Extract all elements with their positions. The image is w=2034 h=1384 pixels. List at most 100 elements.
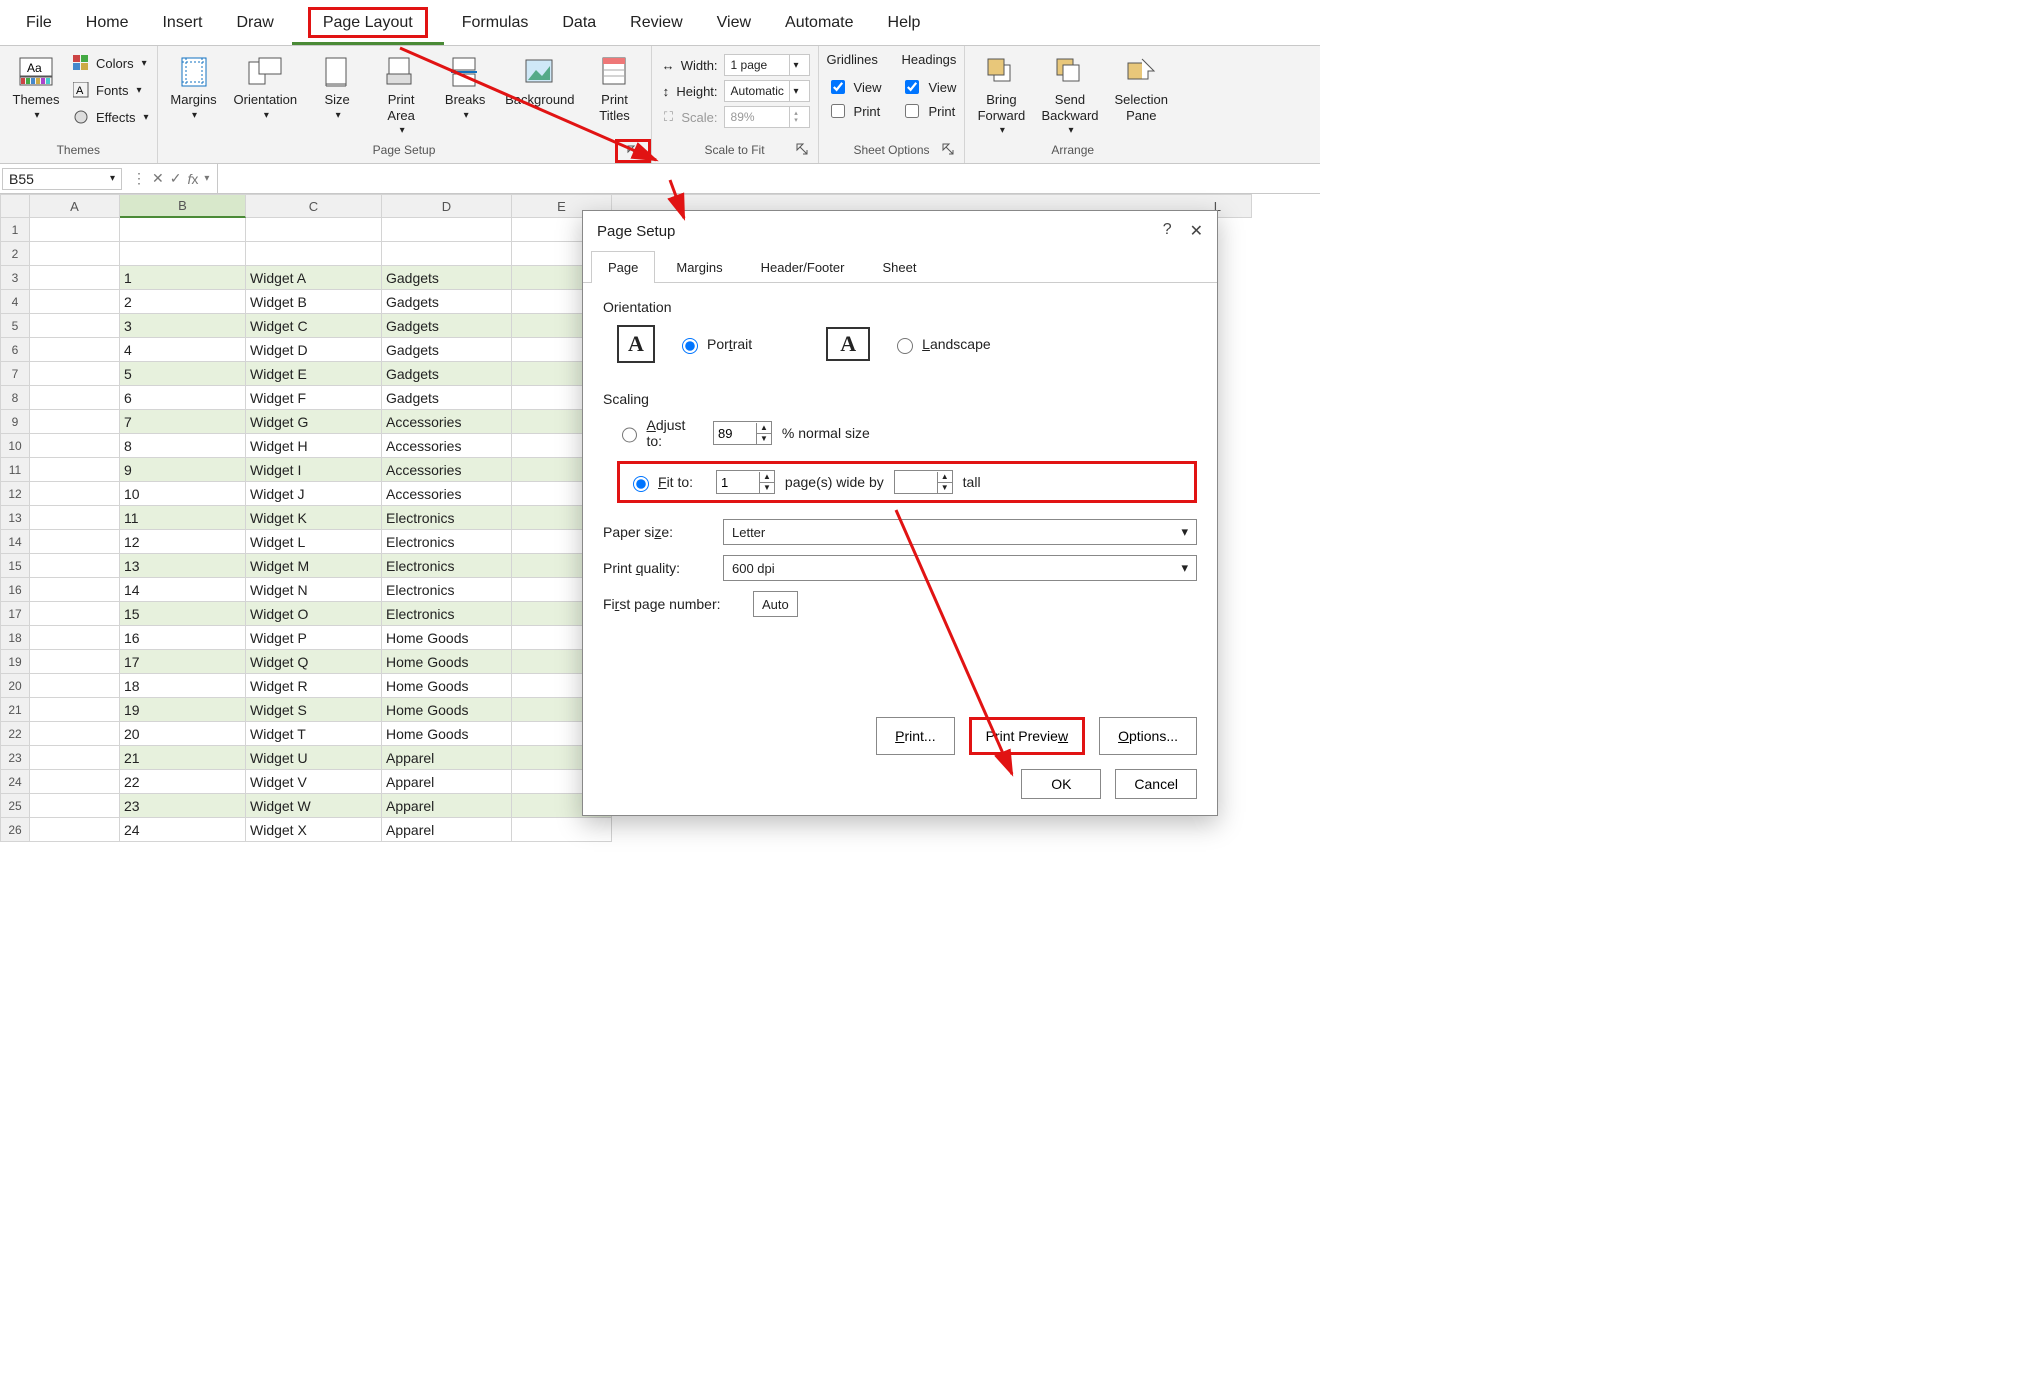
cell[interactable]: Home Goods xyxy=(382,650,512,674)
adjust-to-radio[interactable]: Adjust to: xyxy=(617,417,703,449)
breaks-button[interactable]: Breaks▾ xyxy=(437,52,493,124)
cell[interactable]: 11 xyxy=(120,506,246,530)
cell[interactable] xyxy=(30,362,120,386)
cell[interactable]: Home Goods xyxy=(382,722,512,746)
row-header[interactable]: 25 xyxy=(0,794,30,818)
formula-input[interactable] xyxy=(218,177,1320,181)
cell[interactable]: Widget E xyxy=(246,362,382,386)
width-field[interactable]: 1 page▾ xyxy=(724,54,810,76)
row-header[interactable]: 22 xyxy=(0,722,30,746)
bring-forward-button[interactable]: Bring Forward▾ xyxy=(973,52,1029,139)
cell[interactable]: Electronics xyxy=(382,578,512,602)
cell[interactable]: Gadgets xyxy=(382,338,512,362)
row-header[interactable]: 20 xyxy=(0,674,30,698)
cell[interactable] xyxy=(30,770,120,794)
effects-button[interactable]: Effects▾ xyxy=(72,108,149,126)
table-header-cell[interactable]: Category xyxy=(382,242,512,266)
row-header[interactable]: 2 xyxy=(0,242,30,266)
cell[interactable]: Widget U xyxy=(246,746,382,770)
col-header-B[interactable]: B xyxy=(120,194,246,218)
table-header-cell[interactable] xyxy=(30,242,120,266)
cell[interactable] xyxy=(30,530,120,554)
cell[interactable]: Gadgets xyxy=(382,362,512,386)
cell[interactable]: Home Goods xyxy=(382,626,512,650)
cell[interactable]: 14 xyxy=(120,578,246,602)
adjust-to-spinner[interactable]: ▲▼ xyxy=(713,421,772,445)
enter-icon[interactable]: ✓ xyxy=(170,170,182,187)
help-icon[interactable]: ? xyxy=(1163,221,1172,241)
tab-file[interactable]: File xyxy=(10,4,68,45)
cell[interactable]: Gadgets xyxy=(382,386,512,410)
row-header[interactable]: 13 xyxy=(0,506,30,530)
row-header[interactable]: 18 xyxy=(0,626,30,650)
row-header[interactable]: 26 xyxy=(0,818,30,842)
cell[interactable]: 7 xyxy=(120,410,246,434)
cell[interactable]: Widget P xyxy=(246,626,382,650)
height-field[interactable]: Automatic▾ xyxy=(724,80,810,102)
themes-button[interactable]: Aa Themes ▾ xyxy=(8,52,64,124)
cell[interactable]: 6 xyxy=(120,386,246,410)
cell[interactable]: 10 xyxy=(120,482,246,506)
cell[interactable]: Widget V xyxy=(246,770,382,794)
cell[interactable]: Gadgets xyxy=(382,290,512,314)
cell[interactable]: 12 xyxy=(120,530,246,554)
cell[interactable] xyxy=(30,722,120,746)
cell[interactable]: Widget L xyxy=(246,530,382,554)
cell[interactable] xyxy=(30,458,120,482)
cell[interactable]: Widget H xyxy=(246,434,382,458)
cell[interactable] xyxy=(512,818,612,842)
cell[interactable]: 22 xyxy=(120,770,246,794)
tab-review[interactable]: Review xyxy=(614,4,698,45)
cell[interactable]: Apparel xyxy=(382,794,512,818)
cancel-button[interactable]: Cancel xyxy=(1115,769,1197,799)
cell[interactable]: 13 xyxy=(120,554,246,578)
cell[interactable]: Electronics xyxy=(382,602,512,626)
cell[interactable] xyxy=(30,434,120,458)
cell[interactable]: 9 xyxy=(120,458,246,482)
cell[interactable] xyxy=(30,698,120,722)
paper-size-select[interactable]: Letter▾ xyxy=(723,519,1197,545)
row-header[interactable]: 6 xyxy=(0,338,30,362)
headings-view-checkbox[interactable]: View xyxy=(901,77,956,97)
cell[interactable]: Accessories xyxy=(382,482,512,506)
cell[interactable] xyxy=(30,218,120,242)
cell[interactable]: 21 xyxy=(120,746,246,770)
cell[interactable]: 8 xyxy=(120,434,246,458)
tab-formulas[interactable]: Formulas xyxy=(446,4,545,45)
cell[interactable]: Widget O xyxy=(246,602,382,626)
row-header[interactable]: 5 xyxy=(0,314,30,338)
cell[interactable]: Apparel xyxy=(382,770,512,794)
cell[interactable]: Widget B xyxy=(246,290,382,314)
cell[interactable] xyxy=(30,386,120,410)
options-button[interactable]: Options... xyxy=(1099,717,1197,755)
chevron-down-icon[interactable]: ▾ xyxy=(204,173,209,184)
cell[interactable]: Home Goods xyxy=(382,674,512,698)
background-button[interactable]: Background xyxy=(501,52,578,110)
cell[interactable]: 4 xyxy=(120,338,246,362)
cell[interactable]: 17 xyxy=(120,650,246,674)
gridlines-view-checkbox[interactable]: View xyxy=(827,77,882,97)
selection-pane-button[interactable]: Selection Pane xyxy=(1111,52,1172,125)
cell[interactable]: Apparel xyxy=(382,818,512,842)
cell[interactable]: Electronics xyxy=(382,506,512,530)
dialog-tab-header-footer[interactable]: Header/Footer xyxy=(744,251,862,283)
cell[interactable]: Widget F xyxy=(246,386,382,410)
cell[interactable]: Widget Q xyxy=(246,650,382,674)
cell[interactable]: Widget A xyxy=(246,266,382,290)
row-header[interactable]: 10 xyxy=(0,434,30,458)
print-area-button[interactable]: Print Area▾ xyxy=(373,52,429,139)
col-header-D[interactable]: D xyxy=(382,194,512,218)
row-header[interactable]: 3 xyxy=(0,266,30,290)
cell[interactable] xyxy=(30,482,120,506)
cell[interactable] xyxy=(30,650,120,674)
cell[interactable]: Accessories xyxy=(382,458,512,482)
cell[interactable]: Home Goods xyxy=(382,698,512,722)
cell[interactable]: 20 xyxy=(120,722,246,746)
row-header[interactable]: 21 xyxy=(0,698,30,722)
cell[interactable]: Accessories xyxy=(382,434,512,458)
cell[interactable] xyxy=(30,338,120,362)
send-backward-button[interactable]: Send Backward▾ xyxy=(1037,52,1102,139)
cell[interactable]: Accessories xyxy=(382,410,512,434)
row-header[interactable]: 11 xyxy=(0,458,30,482)
row-header[interactable]: 24 xyxy=(0,770,30,794)
